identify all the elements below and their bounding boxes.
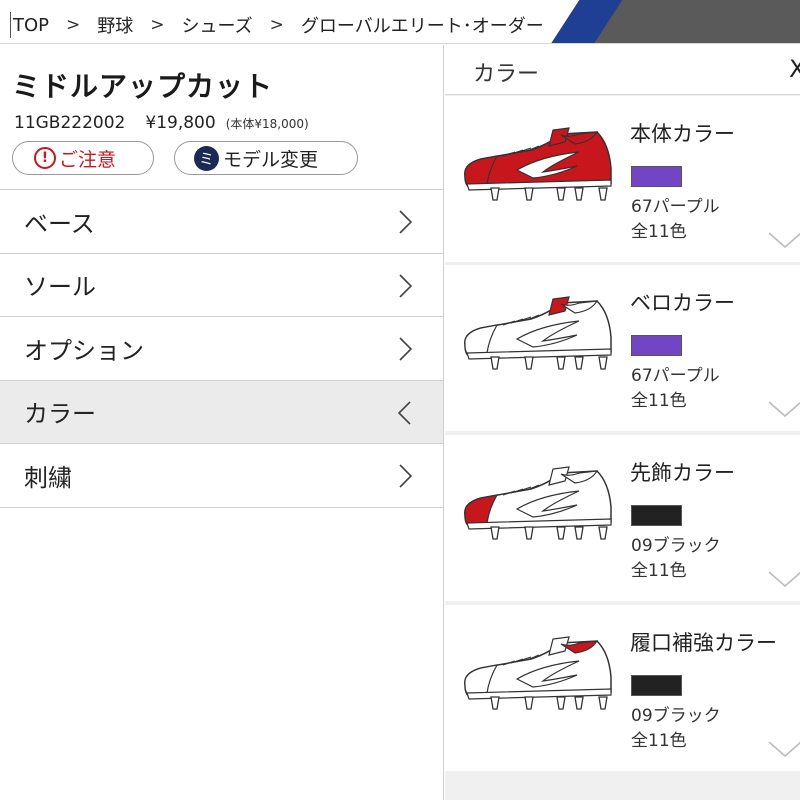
color-panel: カラー X 本体カラー 67パープル 全11色 ベロカラー 67パープル 全11色 先飾カラ… bbox=[445, 45, 800, 800]
menu-item-label: ベース bbox=[24, 209, 95, 238]
shoe-image bbox=[464, 296, 612, 370]
menu-item-label: ソール bbox=[24, 273, 96, 302]
breadcrumb-top[interactable]: TOP bbox=[13, 15, 49, 36]
product-panel: ミドルアップカット 11GB222002 ¥19,800 (本体¥18,000)… bbox=[0, 45, 444, 800]
breadcrumb-separator: > bbox=[269, 15, 284, 35]
chevron-right-icon bbox=[399, 210, 413, 234]
model-change-label: モデル変更 bbox=[223, 148, 319, 171]
card-body-color[interactable]: 本体カラー 67パープル 全11色 bbox=[445, 96, 800, 262]
color-panel-title: カラー bbox=[473, 62, 540, 87]
menu-item-base[interactable]: ベース bbox=[0, 190, 443, 254]
card-tongue-color[interactable]: ベロカラー 67パープル 全11色 bbox=[445, 265, 800, 431]
color-name: 09ブラック bbox=[631, 536, 721, 556]
breadcrumb-bar: TOP > 野球 > シューズ > グローバルエリート･オーダー bbox=[0, 0, 800, 44]
chevron-down-icon[interactable] bbox=[767, 399, 800, 419]
exclamation-circle-icon: ! bbox=[34, 147, 56, 169]
chevron-down-icon[interactable] bbox=[767, 230, 800, 250]
breadcrumb-separator: > bbox=[150, 15, 165, 35]
product-title: ミドルアップカット bbox=[12, 70, 274, 103]
breadcrumb-baseball[interactable]: 野球 bbox=[97, 12, 133, 38]
menu-item-color[interactable]: カラー bbox=[0, 380, 443, 444]
breadcrumb-separator: > bbox=[66, 15, 81, 35]
breadcrumb: TOP > 野球 > シューズ > グローバルエリート･オーダー bbox=[10, 12, 544, 38]
color-count: 全11色 bbox=[631, 561, 687, 581]
color-swatch bbox=[631, 505, 682, 526]
color-part-title: 本体カラー bbox=[630, 122, 735, 146]
header-stripe-gray bbox=[593, 0, 800, 43]
chevron-down-icon[interactable] bbox=[767, 739, 800, 759]
color-swatch bbox=[631, 335, 682, 356]
color-name: 09ブラック bbox=[631, 706, 721, 726]
chevron-left-icon bbox=[397, 400, 411, 425]
product-meta: 11GB222002 ¥19,800 (本体¥18,000) bbox=[14, 113, 309, 133]
product-base-price: (本体¥18,000) bbox=[225, 117, 309, 131]
color-part-title: 先飾カラー bbox=[630, 461, 735, 485]
caution-label: ご注意 bbox=[59, 148, 117, 171]
shoe-image bbox=[464, 636, 612, 710]
shoe-image bbox=[464, 127, 612, 201]
chevron-right-icon bbox=[399, 464, 413, 488]
shoe-image bbox=[464, 466, 612, 540]
card-toe-color[interactable]: 先飾カラー 09ブラック 全11色 bbox=[445, 435, 800, 601]
breadcrumb-shoes[interactable]: シューズ bbox=[182, 12, 253, 38]
color-swatch bbox=[631, 675, 682, 696]
chevron-right-icon bbox=[399, 273, 413, 298]
breadcrumb-global-elite-order[interactable]: グローバルエリート･オーダー bbox=[301, 12, 544, 38]
chevron-right-icon bbox=[399, 337, 413, 361]
menu-item-label: カラー bbox=[24, 400, 96, 429]
product-code: 11GB222002 bbox=[14, 113, 126, 133]
menu-item-label: 刺繍 bbox=[24, 463, 72, 492]
menu-item-label: オプション bbox=[24, 336, 144, 365]
menu-item-option[interactable]: オプション bbox=[0, 317, 443, 381]
product-price: ¥19,800 bbox=[145, 113, 216, 133]
card-collar-color[interactable]: 履口補強カラー 09ブラック 全11色 bbox=[445, 605, 800, 771]
color-part-title: 履口補強カラー bbox=[630, 631, 777, 655]
color-swatch bbox=[631, 166, 682, 187]
color-name: 67パープル bbox=[631, 366, 720, 386]
menu-item-embroidery[interactable]: 刺繍 bbox=[0, 444, 443, 508]
color-part-title: ベロカラー bbox=[630, 291, 735, 315]
chevron-down-icon[interactable] bbox=[767, 569, 800, 589]
color-count: 全11色 bbox=[631, 222, 687, 242]
mizuno-logo-icon: ミ bbox=[194, 145, 219, 171]
color-name: 67パープル bbox=[631, 197, 720, 217]
option-menu: ベース ソール オプション カラー 刺繍 bbox=[0, 189, 443, 508]
color-panel-header: カラー X bbox=[445, 45, 800, 95]
color-count: 全11色 bbox=[631, 731, 687, 751]
color-count: 全11色 bbox=[631, 391, 687, 411]
menu-item-sole[interactable]: ソール bbox=[0, 253, 443, 317]
caution-button[interactable]: ! ご注意 bbox=[12, 141, 154, 175]
model-change-button[interactable]: ミ モデル変更 bbox=[174, 141, 358, 175]
close-icon[interactable]: X bbox=[789, 55, 800, 83]
